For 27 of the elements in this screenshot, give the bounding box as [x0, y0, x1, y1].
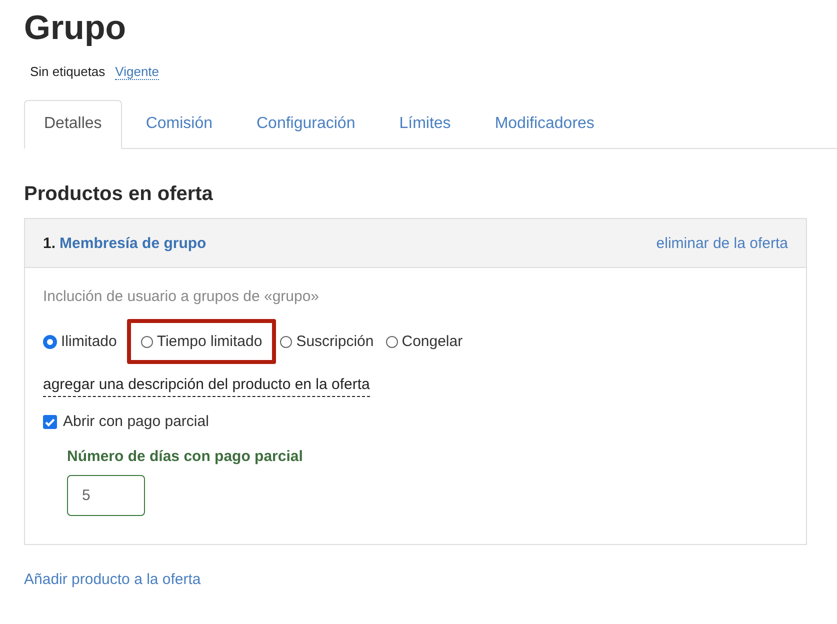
tab[interactable]: Detalles — [24, 100, 122, 149]
tags-label: Sin etiquetas — [30, 64, 106, 79]
description-text: Inclución de usuario a grupos de «grupo» — [43, 288, 320, 305]
product-link[interactable]: Membresía de grupo — [60, 234, 206, 252]
field-label: Número de días con pago parcial — [67, 448, 303, 465]
input-field[interactable]: 5 — [67, 475, 145, 516]
add-description-link[interactable]: agregar una descripción del producto en la oferta — [43, 376, 370, 397]
section-title: Productos en oferta — [24, 183, 213, 206]
radio-label: Congelar — [402, 333, 463, 350]
checkbox-label: Abrir con pago parcial — [63, 413, 209, 430]
remove-link[interactable]: eliminar de la oferta — [656, 234, 788, 252]
page-title: Grupo — [24, 8, 126, 48]
radio-label: Tiempo limitado — [156, 333, 262, 350]
checkbox[interactable] — [43, 414, 57, 428]
tab[interactable]: Límites — [379, 100, 471, 149]
tab[interactable]: Configuración — [236, 100, 376, 149]
tab[interactable]: Comisión — [126, 100, 232, 149]
radio-button[interactable] — [43, 334, 57, 348]
radio-button[interactable] — [280, 336, 292, 348]
radio-label: Ilimitado — [61, 333, 117, 350]
radio-button[interactable] — [386, 336, 398, 348]
radio-button[interactable] — [140, 336, 153, 348]
radio-label: Suscripción — [296, 333, 374, 350]
tab[interactable]: Modificadores — [474, 100, 614, 149]
add-product-link[interactable]: Añadir producto a la oferta — [24, 571, 201, 588]
item-number: 1. — [43, 234, 56, 252]
status-link[interactable]: Vigente — [115, 64, 160, 80]
